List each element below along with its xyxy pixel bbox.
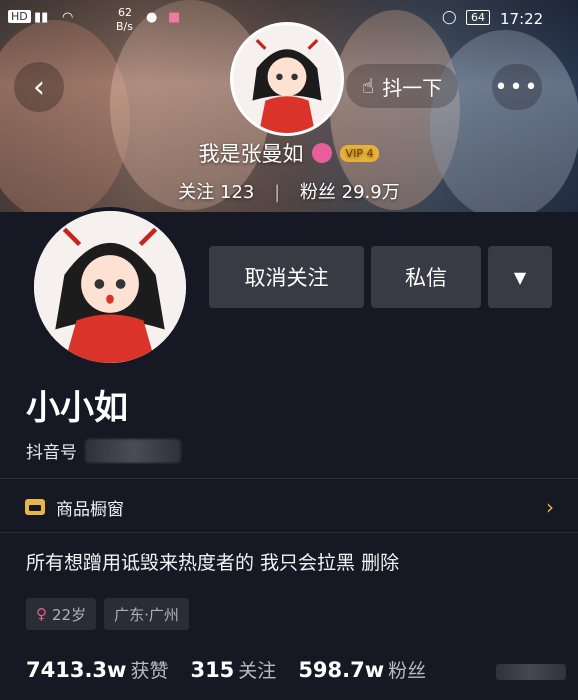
signal-icon: ▮▮ (34, 10, 49, 25)
shake-label: 抖一下 (382, 75, 443, 100)
more-icon: ••• (494, 74, 540, 100)
speed-value: 62 (118, 6, 132, 19)
shop-label: 商品橱窗 (56, 499, 124, 520)
following-count: 123 (220, 182, 255, 203)
bio-text: 所有想蹭用诋毁来热度者的 我只会拉黑 删除 (26, 552, 400, 574)
hand-point-icon: ☝ (362, 74, 375, 98)
fans-link[interactable]: 粉丝 29.9万 (300, 182, 400, 203)
banner-name: 我是张曼如 (198, 142, 304, 166)
douyin-id-blurred (85, 438, 181, 463)
shake-button[interactable]: ☝ 抖一下 (346, 64, 459, 108)
banner-avatar[interactable] (230, 22, 344, 136)
watermark (496, 664, 566, 680)
location-tag-label: 广东·广州 (114, 605, 179, 624)
alarm-icon: ◯ (442, 10, 457, 25)
profile-banner: HD ▮▮ ◠ 62 B/s ● ■ ◯ 64 17:22 ‹ ☝ 抖一下 ••… (0, 0, 578, 212)
following-stat[interactable]: 315 关注 (190, 656, 276, 683)
age-tag-label: 22岁 (52, 605, 87, 624)
carrier-label: HD (8, 10, 31, 23)
profile-stats: 7413.3w 获赞 315 关注 598.7w 粉丝 (26, 656, 426, 683)
douyin-id-label: 抖音号 (26, 443, 77, 463)
divider (0, 478, 578, 479)
banner-name-row: 我是张曼如 VIP 4 (0, 138, 578, 168)
avatar-illustration (34, 211, 186, 363)
fans-count: 29.9万 (341, 182, 400, 203)
fans-stat-count: 598.7w (298, 658, 385, 682)
chevron-down-icon: ▼ (513, 267, 527, 287)
douyin-id-row: 抖音号 (26, 438, 181, 463)
following-label: 关注 (178, 182, 215, 203)
nickname: 小小如 (26, 388, 128, 428)
stats-separator: | (274, 182, 281, 203)
dropdown-button[interactable]: ▼ (488, 246, 552, 308)
fans-label: 粉丝 (299, 182, 336, 203)
shop-window-row[interactable]: 商品橱窗 › (24, 494, 554, 520)
more-button[interactable]: ••• (492, 64, 542, 110)
shop-icon (25, 499, 45, 515)
avatar-illustration (233, 25, 341, 133)
fans-stat-label: 粉丝 (388, 660, 427, 682)
following-stat-label: 关注 (238, 660, 277, 682)
location-tag: 广东·广州 (104, 598, 189, 630)
profile-avatar[interactable] (30, 207, 190, 367)
wifi-icon: ◠ (62, 10, 74, 25)
female-icon: ♀ (36, 605, 47, 623)
divider (0, 532, 578, 533)
unfollow-button[interactable]: 取消关注 (209, 246, 364, 308)
back-button[interactable]: ‹ (14, 62, 64, 112)
vip-badge: VIP 4 (339, 144, 380, 162)
clock: 17:22 (500, 10, 544, 28)
following-stat-count: 315 (190, 658, 235, 682)
app-icon: ■ (168, 10, 181, 25)
verified-badge-icon (311, 143, 332, 163)
following-link[interactable]: 关注 123 (178, 182, 260, 203)
likes-count: 7413.3w (26, 658, 127, 682)
likes-label: 获赞 (130, 660, 169, 682)
back-icon: ‹ (33, 69, 45, 105)
profile-tags: ♀ 22岁 广东·广州 (26, 598, 189, 630)
banner-stats: 关注 123 | 粉丝 29.9万 (0, 178, 578, 204)
chat-icon: ● (146, 10, 158, 25)
speed-unit: B/s (116, 20, 133, 33)
chevron-right-icon: › (546, 495, 554, 519)
message-button[interactable]: 私信 (371, 246, 481, 308)
fans-stat[interactable]: 598.7w 粉丝 (298, 656, 426, 683)
battery-indicator: 64 (466, 10, 490, 25)
age-tag: ♀ 22岁 (26, 598, 97, 630)
likes-stat[interactable]: 7413.3w 获赞 (26, 656, 168, 683)
